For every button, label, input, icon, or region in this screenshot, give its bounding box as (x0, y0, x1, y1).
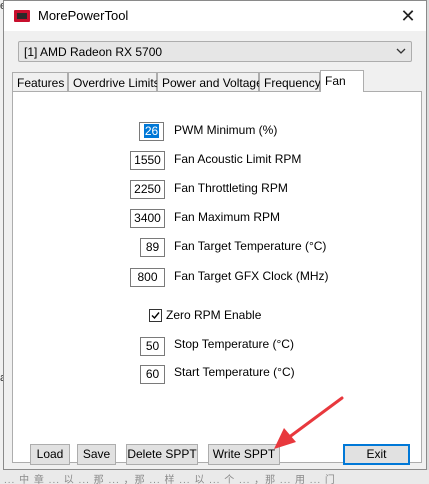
fan-acoustic-limit-label: Fan Acoustic Limit RPM (174, 152, 302, 166)
zero-rpm-checkbox[interactable] (149, 309, 162, 322)
tab-frequency[interactable]: Frequency (259, 72, 321, 91)
background-text-bottom: ... 中 章 ... 以 ... 那 ... ，那 ... 样 ... 以 .… (4, 475, 336, 484)
fan-target-temperature-input[interactable]: 89 (140, 238, 165, 257)
write-sppt-button[interactable]: Write SPPT (208, 444, 280, 465)
fan-target-gfx-clock-label: Fan Target GFX Clock (MHz) (174, 269, 329, 283)
chevron-down-icon (396, 48, 406, 54)
tab-power-and-voltage[interactable]: Power and Voltage (157, 72, 263, 91)
tab-overdrive-limits[interactable]: Overdrive Limits (68, 72, 160, 91)
fan-target-temperature-label: Fan Target Temperature (°C) (174, 239, 327, 253)
delete-sppt-button[interactable]: Delete SPPT (126, 444, 198, 465)
pwm-minimum-label: PWM Minimum (%) (174, 123, 278, 137)
zero-rpm-label: Zero RPM Enable (166, 308, 262, 322)
save-button[interactable]: Save (77, 444, 116, 465)
fan-throttling-rpm-input[interactable]: 2250 (130, 180, 165, 199)
tab-bar: Features Overdrive Limits Power and Volt… (12, 70, 422, 92)
stop-temperature-input[interactable]: 50 (140, 337, 165, 356)
start-temperature-input[interactable]: 60 (140, 365, 165, 384)
app-icon (14, 10, 30, 22)
stop-temperature-label: Stop Temperature (°C) (174, 337, 294, 351)
tab-features[interactable]: Features (12, 72, 68, 91)
close-icon[interactable]: ✕ (398, 6, 418, 26)
load-button[interactable]: Load (30, 444, 70, 465)
fan-maximum-rpm-input[interactable]: 3400 (130, 209, 165, 228)
gpu-select-value: [1] AMD Radeon RX 5700 (24, 45, 163, 59)
window-title: MorePowerTool (38, 8, 129, 23)
morepowertool-window: MorePowerTool ✕ [1] AMD Radeon RX 5700 F… (3, 0, 427, 470)
fan-maximum-rpm-label: Fan Maximum RPM (174, 210, 281, 224)
fan-panel: 26 PWM Minimum (%) 1550 Fan Acoustic Lim… (12, 91, 422, 465)
exit-button[interactable]: Exit (343, 444, 410, 465)
checkmark-icon (151, 312, 160, 320)
title-bar[interactable]: MorePowerTool ✕ (4, 1, 426, 31)
fan-acoustic-limit-input[interactable]: 1550 (130, 151, 165, 170)
tab-fan[interactable]: Fan (320, 70, 364, 92)
pwm-minimum-value: 26 (143, 124, 160, 138)
pwm-minimum-input[interactable]: 26 (139, 122, 164, 141)
fan-target-gfx-clock-input[interactable]: 800 (130, 268, 165, 287)
fan-throttling-rpm-label: Fan Throttleting RPM (174, 181, 288, 195)
start-temperature-label: Start Temperature (°C) (174, 365, 295, 379)
gpu-select-dropdown[interactable]: [1] AMD Radeon RX 5700 (18, 41, 412, 62)
